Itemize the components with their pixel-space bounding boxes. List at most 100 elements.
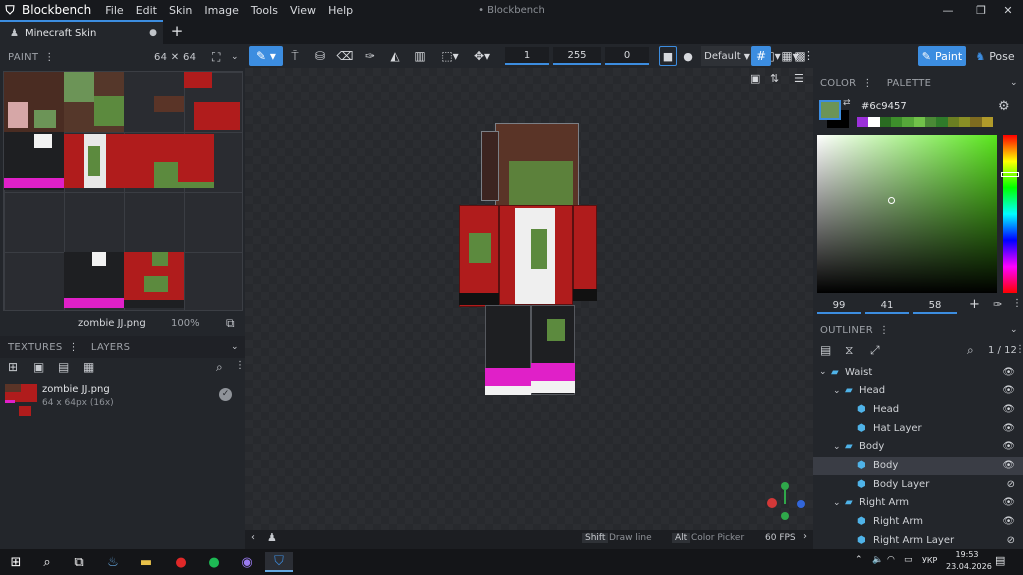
outliner-cube[interactable]: ⬢ Head 👁 [813,400,1023,418]
steam-icon[interactable]: ♨ [99,552,127,572]
palette-swatch[interactable] [936,117,948,127]
minimize-icon[interactable]: — [933,0,963,20]
menu-help[interactable]: Help [328,4,353,17]
palette-swatch[interactable] [958,117,971,127]
eraser-icon[interactable]: ⌫ [335,46,355,66]
battery-icon[interactable]: ▭ [904,555,913,565]
collapse-icon[interactable]: ⧖ [845,343,853,358]
eye-icon[interactable]: 👁 [1002,404,1015,415]
palette-swatch[interactable] [913,117,925,127]
palette-swatch[interactable] [857,117,869,127]
eye-icon[interactable]: 👁 [1002,367,1015,378]
outliner-cube[interactable]: ⬢ Body 👁 [813,456,1023,475]
menu-edit[interactable]: Edit [136,4,157,17]
chevron-down-icon[interactable]: ⌄ [1010,325,1018,335]
eye-icon[interactable]: 👁 [1002,460,1015,471]
palette-swatch[interactable] [890,117,903,127]
palette-strip[interactable] [857,117,993,127]
palette-swatch[interactable] [868,117,880,127]
value-input[interactable]: 58 [913,298,957,314]
fill-bucket-icon[interactable]: ⛁ [310,46,330,66]
new-tab-button[interactable]: + [168,22,186,40]
more-icon[interactable]: ⋮ [879,325,889,336]
clock-date[interactable]: 23.04.2026 [946,562,992,571]
file-explorer-icon[interactable]: ▬ [132,552,160,572]
eye-icon[interactable]: 👁 [1002,497,1015,508]
checkmark-icon[interactable]: ✓ [219,388,232,401]
chevron-down-icon[interactable]: ⌄ [819,367,827,377]
language-indicator[interactable]: УКР [922,556,937,565]
paint-mode-button[interactable]: ✎ Paint [918,46,966,66]
outliner-cube[interactable]: ⬢ Hat Layer 👁 [813,419,1023,437]
expand-icon[interactable]: ⤢ [870,343,880,358]
menu-tools[interactable]: Tools [251,4,278,17]
stamp-icon[interactable]: ⍑ [285,46,305,66]
windows-start-icon[interactable]: ⊞ [2,552,30,572]
saturation-value-picker[interactable] [817,135,997,293]
square-brush-icon[interactable]: ■ [659,46,677,66]
eye-icon[interactable]: 👁 [1002,385,1015,396]
chevron-down-icon[interactable]: ⌄ [1010,78,1018,88]
person-icon[interactable]: ♟ [267,531,277,544]
notifications-icon[interactable]: ▤ [995,554,1005,567]
brush-tool-button[interactable]: ✎ ▾ [249,46,283,66]
move-icon[interactable]: ✥▾ [469,46,495,66]
task-view-icon[interactable]: ⧉ [65,552,93,572]
hue-handle[interactable] [1001,172,1019,177]
blockbench-taskbar-icon[interactable]: ⛉ [265,552,293,572]
menu-view[interactable]: View [290,4,316,17]
eye-icon[interactable]: 👁 [1002,441,1015,452]
outliner-group[interactable]: ⌄ ▰ Head 👁 [813,382,1023,400]
restore-icon[interactable]: ❐ [966,0,996,20]
opera-icon[interactable]: ● [167,552,195,572]
eyedropper-icon[interactable]: ✑ [360,46,380,66]
fullscreen-icon[interactable]: ⛶ [212,50,221,65]
tab-textures[interactable]: TEXTURES [8,342,63,353]
menu-icon[interactable]: ☰ [794,72,804,85]
round-brush-icon[interactable]: ● [679,46,697,66]
outliner-group[interactable]: ⌄ ▰ Right Arm 👁 [813,494,1023,512]
selection-icon[interactable]: ⬚▾ [437,46,463,66]
chevron-right-icon[interactable]: › [803,531,807,542]
palette-swatch[interactable] [879,117,891,127]
chevron-left-icon[interactable]: ‹ [251,532,255,543]
folder-icon[interactable]: ▤ [58,360,69,374]
current-color-swatch[interactable] [819,100,841,120]
import-texture-icon[interactable]: ▣ [33,360,44,374]
network-icon[interactable]: ◠ [887,555,895,565]
menu-file[interactable]: File [105,4,123,17]
chevron-down-icon[interactable]: ⌄ [231,52,239,62]
palette-swatch[interactable] [970,117,982,127]
more-icon[interactable]: ⋮ [44,52,54,63]
menu-image[interactable]: Image [204,4,238,17]
blend-mode-select[interactable]: Default ▼ [701,46,753,66]
tray-chevron-icon[interactable]: ⌃ [855,555,863,565]
unsaved-dot[interactable]: ● [149,28,157,38]
more-icon[interactable]: ⋮ [862,78,872,89]
outliner-cube[interactable]: ⬢ Body Layer ⊘ [813,475,1023,493]
palette-swatch[interactable] [924,117,937,127]
3d-viewport[interactable]: ▣ ⇅ ☰ [245,68,813,530]
chevron-down-icon[interactable]: ⌄ [833,442,841,452]
outliner-cube[interactable]: ⬢ Right Arm Layer ⊘ [813,531,1023,549]
palette-swatch[interactable] [981,117,993,127]
chevron-down-icon[interactable]: ⌄ [833,498,841,508]
eye-off-icon[interactable]: ⊘ [1007,535,1015,546]
uv-texture-canvas[interactable] [3,71,243,311]
hue-input[interactable]: 99 [817,298,861,314]
brush-size-input[interactable]: 1 [505,47,549,65]
clock-time[interactable]: 19:53 [949,550,985,559]
screenshot-icon[interactable]: ▣ [750,72,760,85]
axis-gizmo[interactable] [761,476,809,524]
eye-icon[interactable]: 👁 [1002,516,1015,527]
texture-list-item[interactable]: zombie JJ.png 64 x 64px (16x) ✓ [0,384,245,418]
tab-palette[interactable]: PALETTE [887,78,932,89]
add-texture-icon[interactable]: ⊞ [8,360,18,374]
grid-icon[interactable]: ▦ [83,360,94,374]
search-icon[interactable]: ⌕ [33,552,61,572]
brush-softness-input[interactable]: 0 [605,47,649,65]
copy-icon[interactable]: ⧉ [226,316,235,331]
discord-icon[interactable]: ◉ [233,552,261,572]
eye-icon[interactable]: 👁 [1002,423,1015,434]
more-icon[interactable]: ⋮ [235,360,245,371]
